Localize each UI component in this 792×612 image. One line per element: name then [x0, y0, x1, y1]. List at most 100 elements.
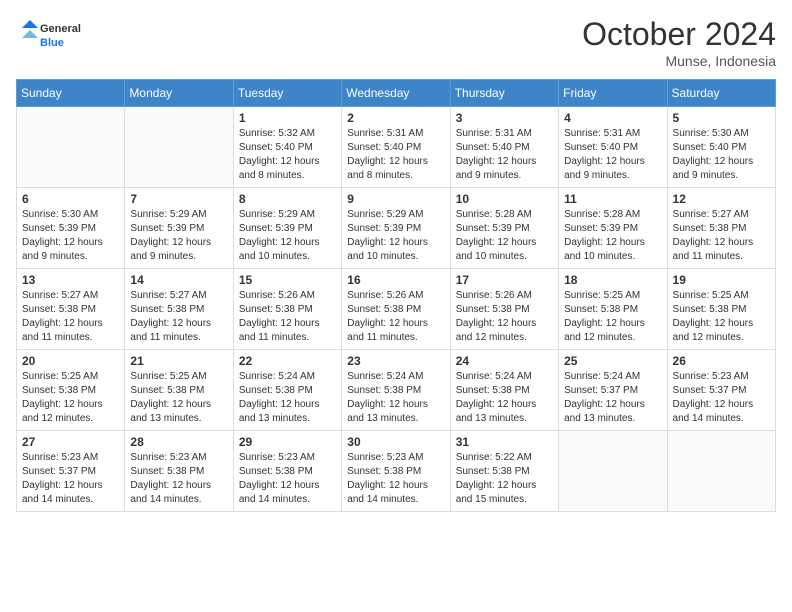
day-number: 25: [564, 354, 661, 368]
month-title: October 2024: [582, 16, 776, 53]
table-row: [17, 107, 125, 188]
day-number: 28: [130, 435, 227, 449]
title-block: October 2024 Munse, Indonesia: [582, 16, 776, 69]
day-number: 4: [564, 111, 661, 125]
cell-info: Sunrise: 5:23 AMSunset: 5:37 PMDaylight:…: [22, 451, 119, 507]
table-row: [559, 431, 667, 512]
day-number: 12: [673, 192, 770, 206]
cell-info: Sunrise: 5:25 AMSunset: 5:38 PMDaylight:…: [130, 370, 227, 426]
day-number: 26: [673, 354, 770, 368]
cell-info: Sunrise: 5:31 AMSunset: 5:40 PMDaylight:…: [456, 127, 553, 183]
cell-info: Sunrise: 5:26 AMSunset: 5:38 PMDaylight:…: [347, 289, 444, 345]
cell-info: Sunrise: 5:24 AMSunset: 5:38 PMDaylight:…: [347, 370, 444, 426]
day-number: 29: [239, 435, 336, 449]
cell-info: Sunrise: 5:28 AMSunset: 5:39 PMDaylight:…: [564, 208, 661, 264]
cell-info: Sunrise: 5:29 AMSunset: 5:39 PMDaylight:…: [130, 208, 227, 264]
cell-info: Sunrise: 5:26 AMSunset: 5:38 PMDaylight:…: [456, 289, 553, 345]
page-header: General Blue October 2024 Munse, Indones…: [16, 16, 776, 69]
cell-info: Sunrise: 5:31 AMSunset: 5:40 PMDaylight:…: [347, 127, 444, 183]
header-tuesday: Tuesday: [233, 80, 341, 107]
day-number: 7: [130, 192, 227, 206]
table-row: 9Sunrise: 5:29 AMSunset: 5:39 PMDaylight…: [342, 188, 450, 269]
day-number: 13: [22, 273, 119, 287]
table-row: [125, 107, 233, 188]
header-thursday: Thursday: [450, 80, 558, 107]
cell-info: Sunrise: 5:26 AMSunset: 5:38 PMDaylight:…: [239, 289, 336, 345]
day-number: 15: [239, 273, 336, 287]
cell-info: Sunrise: 5:30 AMSunset: 5:40 PMDaylight:…: [673, 127, 770, 183]
table-row: 29 Sunrise: 5:23 AMSunset: 5:38 PMDayligh…: [233, 431, 341, 512]
table-row: 8 Sunrise: 5:29 AMSunset: 5:39 PMDaylight…: [233, 188, 341, 269]
cell-info: Sunrise: 5:32 AMSunset: 5:40 PMDaylight:…: [239, 127, 336, 183]
calendar-week-3: 13 Sunrise: 5:27 AMSunset: 5:38 PMDayligh…: [17, 269, 776, 350]
day-number: 27: [22, 435, 119, 449]
cell-info: Sunrise: 5:25 AMSunset: 5:38 PMDaylight:…: [673, 289, 770, 345]
table-row: 6Sunrise: 5:30 AMSunset: 5:39 PMDaylight…: [17, 188, 125, 269]
day-number: 10: [456, 192, 553, 206]
day-number: 8: [239, 192, 336, 206]
table-row: 10 Sunrise: 5:28 AMSunset: 5:39 PMDayligh…: [450, 188, 558, 269]
cell-info: Sunrise: 5:28 AMSunset: 5:39 PMDaylight:…: [456, 208, 553, 264]
table-row: 26 Sunrise: 5:23 AMSunset: 5:37 PMDayligh…: [667, 350, 775, 431]
table-row: 20Sunrise: 5:25 AMSunset: 5:38 PMDayligh…: [17, 350, 125, 431]
day-number: 11: [564, 192, 661, 206]
cell-info: Sunrise: 5:24 AMSunset: 5:37 PMDaylight:…: [564, 370, 661, 426]
day-number: 17: [456, 273, 553, 287]
svg-text:General: General: [40, 23, 81, 35]
cell-info: Sunrise: 5:23 AMSunset: 5:37 PMDaylight:…: [673, 370, 770, 426]
table-row: 4 Sunrise: 5:31 AMSunset: 5:40 PMDaylight…: [559, 107, 667, 188]
table-row: 30 Sunrise: 5:23 AMSunset: 5:38 PMDayligh…: [342, 431, 450, 512]
cell-info: Sunrise: 5:27 AMSunset: 5:38 PMDaylight:…: [673, 208, 770, 264]
header-monday: Monday: [125, 80, 233, 107]
cell-info: Sunrise: 5:23 AMSunset: 5:38 PMDaylight:…: [239, 451, 336, 507]
table-row: 13 Sunrise: 5:27 AMSunset: 5:38 PMDayligh…: [17, 269, 125, 350]
header-friday: Friday: [559, 80, 667, 107]
table-row: 16 Sunrise: 5:26 AMSunset: 5:38 PMDayligh…: [342, 269, 450, 350]
day-number: 19: [673, 273, 770, 287]
cell-info: Sunrise: 5:25 AMSunset: 5:38 PMDaylight:…: [564, 289, 661, 345]
cell-info: Sunrise: 5:23 AMSunset: 5:38 PMDaylight:…: [130, 451, 227, 507]
day-number: 23: [347, 354, 444, 368]
table-row: 23 Sunrise: 5:24 AMSunset: 5:38 PMDayligh…: [342, 350, 450, 431]
header-wednesday: Wednesday: [342, 80, 450, 107]
cell-info: Sunrise: 5:27 AMSunset: 5:38 PMDaylight:…: [130, 289, 227, 345]
calendar-week-5: 27 Sunrise: 5:23 AMSunset: 5:37 PMDayligh…: [17, 431, 776, 512]
table-row: 3 Sunrise: 5:31 AMSunset: 5:40 PMDaylight…: [450, 107, 558, 188]
day-number: 5: [673, 111, 770, 125]
cell-info: Sunrise: 5:31 AMSunset: 5:40 PMDaylight:…: [564, 127, 661, 183]
table-row: 19 Sunrise: 5:25 AMSunset: 5:38 PMDayligh…: [667, 269, 775, 350]
calendar-week-4: 20Sunrise: 5:25 AMSunset: 5:38 PMDayligh…: [17, 350, 776, 431]
day-number: 30: [347, 435, 444, 449]
cell-info: Sunrise: 5:23 AMSunset: 5:38 PMDaylight:…: [347, 451, 444, 507]
table-row: 22Sunrise: 5:24 AMSunset: 5:38 PMDayligh…: [233, 350, 341, 431]
day-number: 6: [22, 192, 119, 206]
day-number: 21: [130, 354, 227, 368]
day-number: 14: [130, 273, 227, 287]
svg-text:Blue: Blue: [40, 37, 64, 49]
cell-info: Sunrise: 5:24 AMSunset: 5:38 PMDaylight:…: [456, 370, 553, 426]
day-number: 2: [347, 111, 444, 125]
day-number: 3: [456, 111, 553, 125]
table-row: 1Sunrise: 5:32 AMSunset: 5:40 PMDaylight…: [233, 107, 341, 188]
header-sunday: Sunday: [17, 80, 125, 107]
cell-info: Sunrise: 5:27 AMSunset: 5:38 PMDaylight:…: [22, 289, 119, 345]
table-row: 18Sunrise: 5:25 AMSunset: 5:38 PMDayligh…: [559, 269, 667, 350]
table-row: 21 Sunrise: 5:25 AMSunset: 5:38 PMDayligh…: [125, 350, 233, 431]
logo: General Blue: [16, 16, 96, 56]
table-row: 27 Sunrise: 5:23 AMSunset: 5:37 PMDayligh…: [17, 431, 125, 512]
cell-info: Sunrise: 5:25 AMSunset: 5:38 PMDaylight:…: [22, 370, 119, 426]
table-row: [667, 431, 775, 512]
day-number: 24: [456, 354, 553, 368]
cell-info: Sunrise: 5:29 AMSunset: 5:39 PMDaylight:…: [239, 208, 336, 264]
cell-info: Sunrise: 5:22 AMSunset: 5:38 PMDaylight:…: [456, 451, 553, 507]
calendar-week-2: 6Sunrise: 5:30 AMSunset: 5:39 PMDaylight…: [17, 188, 776, 269]
day-number: 16: [347, 273, 444, 287]
table-row: 17 Sunrise: 5:26 AMSunset: 5:38 PMDayligh…: [450, 269, 558, 350]
table-row: 15 Sunrise: 5:26 AMSunset: 5:38 PMDayligh…: [233, 269, 341, 350]
calendar-table: Sunday Monday Tuesday Wednesday Thursday…: [16, 79, 776, 512]
table-row: 5 Sunrise: 5:30 AMSunset: 5:40 PMDaylight…: [667, 107, 775, 188]
table-row: 2 Sunrise: 5:31 AMSunset: 5:40 PMDaylight…: [342, 107, 450, 188]
table-row: 12 Sunrise: 5:27 AMSunset: 5:38 PMDayligh…: [667, 188, 775, 269]
table-row: 24 Sunrise: 5:24 AMSunset: 5:38 PMDayligh…: [450, 350, 558, 431]
header-saturday: Saturday: [667, 80, 775, 107]
